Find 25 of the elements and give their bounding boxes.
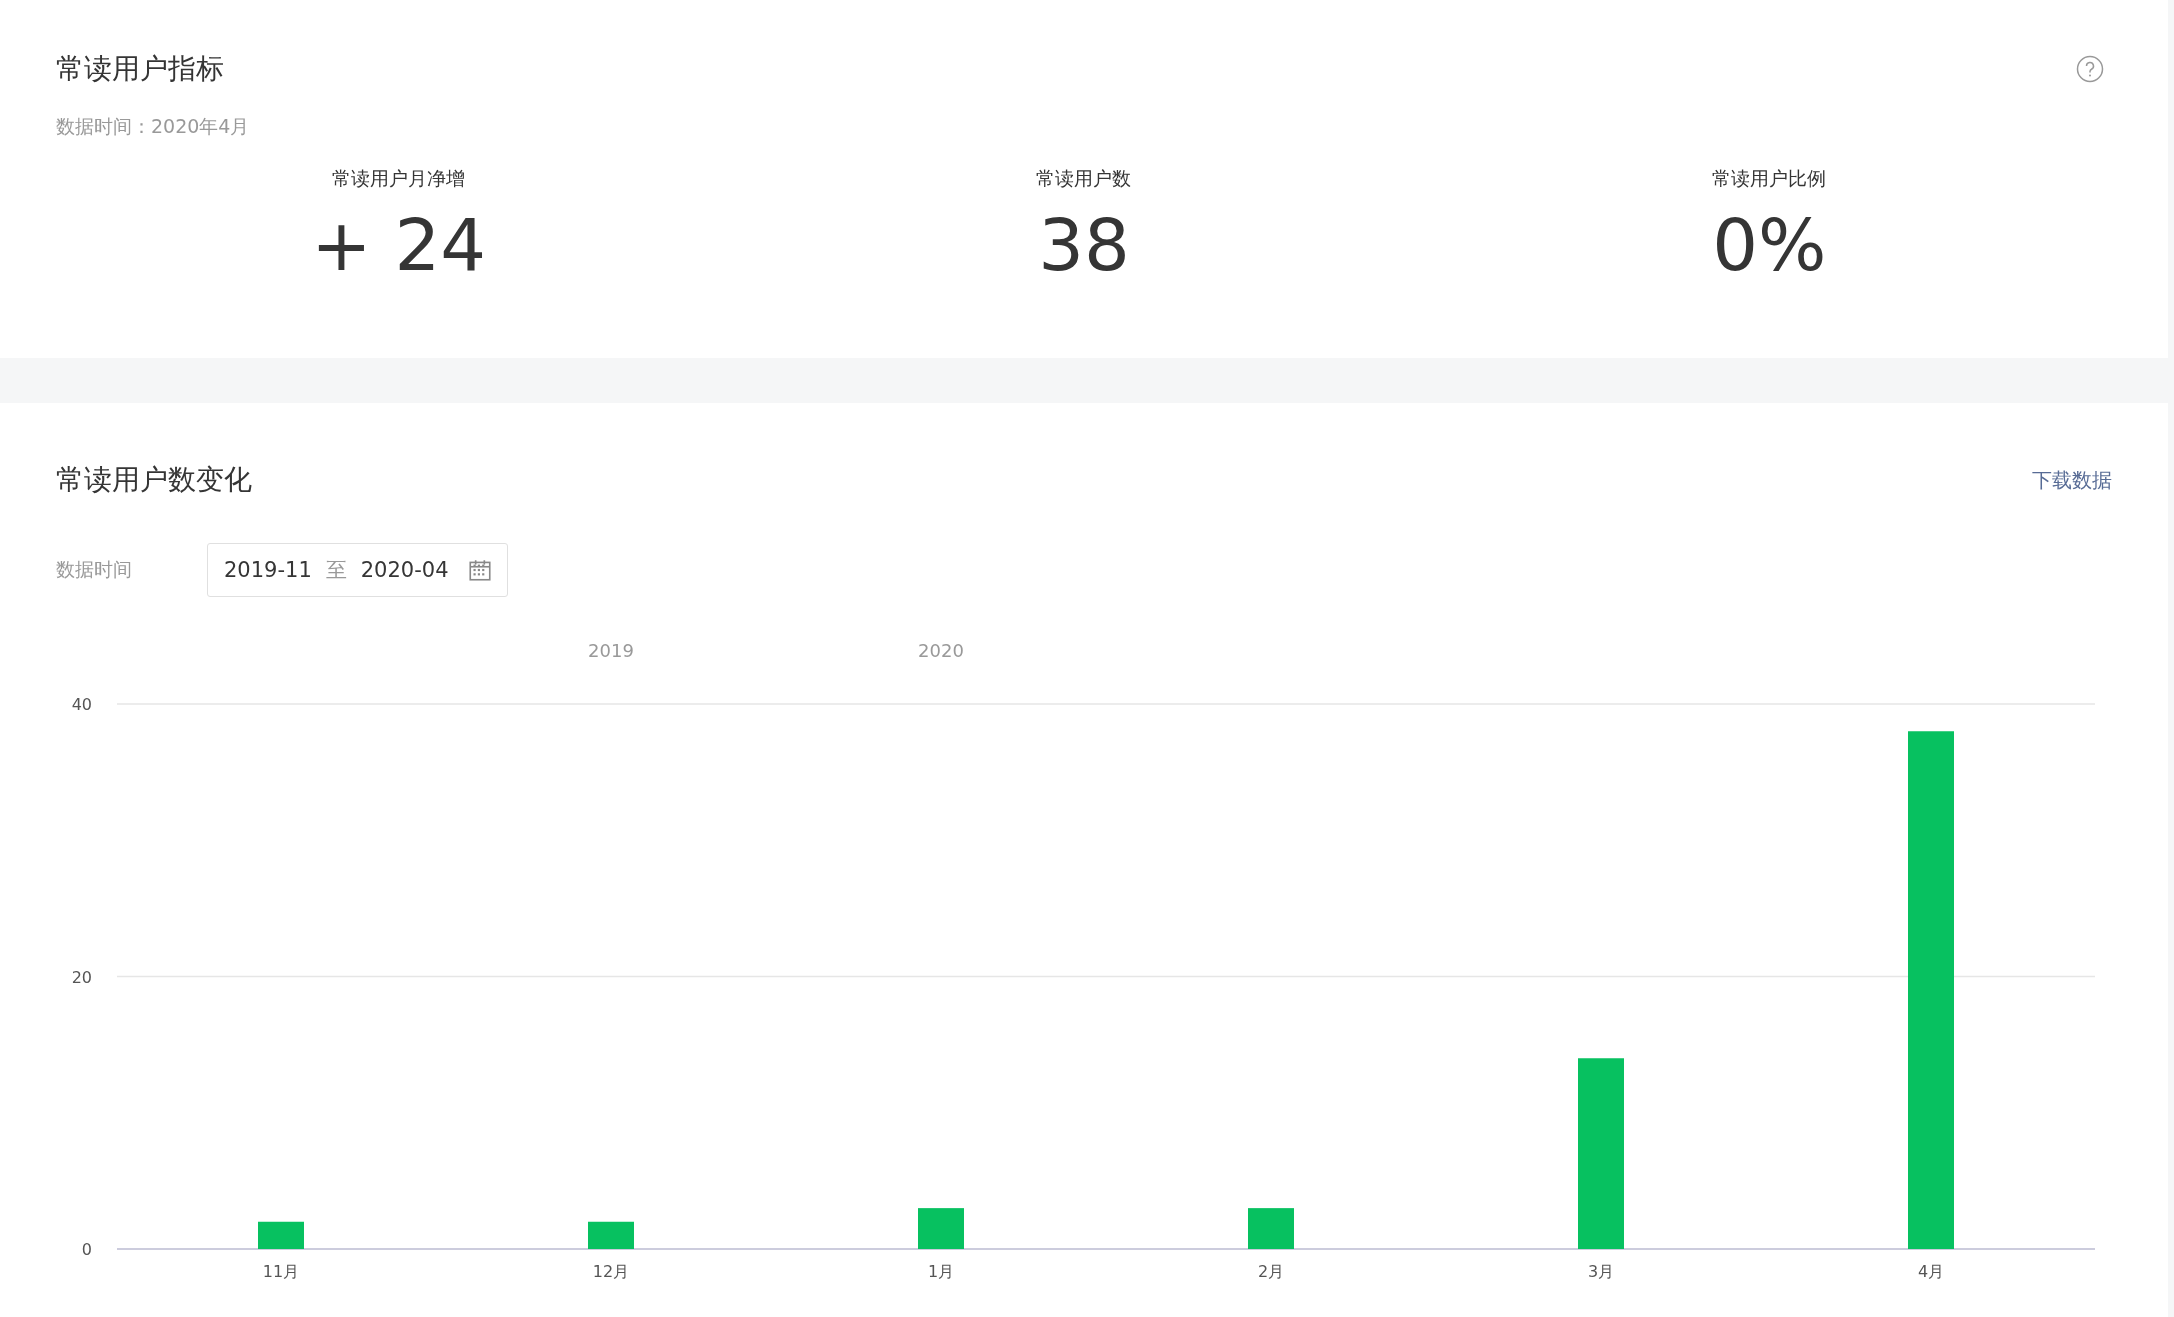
metric-value: 0% bbox=[1712, 206, 1827, 286]
help-icon[interactable] bbox=[2076, 55, 2104, 83]
section-title: 常读用户指标 bbox=[56, 51, 224, 87]
axis-category-label: 1月 bbox=[927, 1262, 955, 1281]
metric-value: + 24 bbox=[311, 206, 487, 286]
metric-value: 38 bbox=[1038, 206, 1130, 286]
date-label: 数据时间 bbox=[56, 557, 133, 582]
axis-category-label: 11月 bbox=[262, 1262, 300, 1281]
axis-category-label: 12月 bbox=[592, 1262, 630, 1281]
section-title: 常读用户数变化 bbox=[56, 462, 252, 498]
metric-label: 常读用户比例 bbox=[1712, 166, 1827, 191]
calendar-icon bbox=[468, 559, 491, 581]
metric-label: 常读用户数 bbox=[1036, 166, 1132, 191]
date-range-picker[interactable]: 2019-11 至 2020-04 bbox=[207, 543, 508, 597]
axis-category-label: 2月 bbox=[1257, 1262, 1285, 1281]
axis-tick-label: 20 bbox=[71, 967, 92, 987]
axis-category-label: 4月 bbox=[1917, 1262, 1945, 1281]
axis-category-label: 3月 bbox=[1587, 1262, 1615, 1281]
axis-tick-label: 40 bbox=[71, 695, 92, 714]
year-label: 2019 bbox=[588, 640, 634, 661]
year-label: 2020 bbox=[918, 640, 964, 661]
axis-tick-label: 0 bbox=[81, 1240, 92, 1259]
data-time: 数据时间：2020年4月 bbox=[56, 114, 251, 139]
download-link[interactable]: 下载数据 bbox=[2032, 466, 2112, 494]
metric-label: 常读用户月净增 bbox=[332, 166, 466, 191]
